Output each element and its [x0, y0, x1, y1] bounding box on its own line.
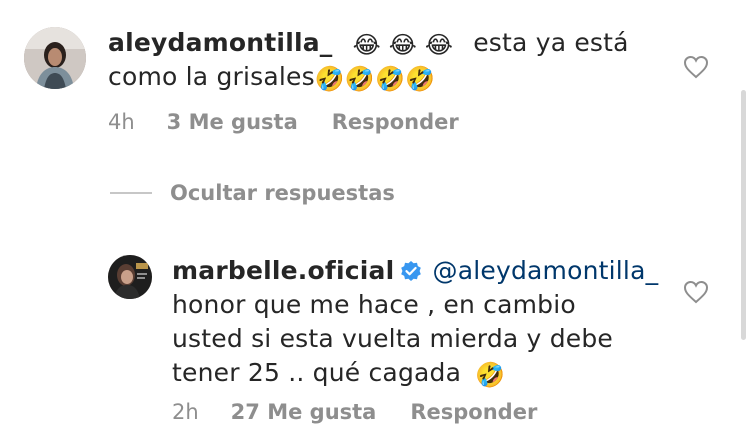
heart-icon	[683, 280, 709, 304]
comment-likes[interactable]: 3 Me gusta	[167, 110, 298, 134]
reply-line-1: marbelle.oficial @aleydamontilla_	[172, 254, 712, 288]
reply-line-2: honor que me hace , en cambio	[172, 290, 576, 319]
reply-button[interactable]: Responder	[410, 400, 537, 424]
reply-likes[interactable]: 27 Me gusta	[231, 400, 377, 424]
avatar[interactable]	[24, 27, 86, 89]
reply-marbelle: marbelle.oficial @aleydamontilla_ honor …	[0, 240, 750, 446]
comment-aleydamontilla: aleydamontilla_ 😂 😂 😂 esta ya está como …	[0, 0, 750, 160]
avatar-photo	[24, 27, 86, 89]
scrollbar[interactable]	[741, 90, 746, 340]
comment-line-2: como la grisales🤣🤣🤣🤣	[108, 60, 668, 94]
comment-username[interactable]: aleydamontilla_	[108, 28, 333, 57]
reply-username[interactable]: marbelle.oficial	[172, 256, 394, 285]
laughing-emoji-icon: 😂 😂 😂	[352, 31, 454, 59]
verified-icon	[400, 257, 422, 281]
like-heart-icon[interactable]	[683, 280, 709, 304]
comment-text: esta ya está	[473, 28, 629, 57]
hide-replies-button[interactable]: Ocultar respuestas	[110, 181, 395, 205]
mention-link[interactable]: @aleydamontilla_	[433, 256, 659, 285]
reply-meta: 2h 27 Me gusta Responder	[172, 400, 537, 424]
reply-time: 2h	[172, 400, 199, 424]
heart-icon	[683, 55, 709, 79]
avatar[interactable]	[108, 255, 152, 299]
rofl-emoji-icon: 🤣	[475, 361, 506, 389]
reply-line-3: usted si esta vuelta mierda y debe	[172, 324, 613, 353]
avatar-photo	[108, 255, 152, 299]
divider-line	[110, 192, 152, 194]
hide-replies-label: Ocultar respuestas	[170, 181, 395, 205]
comment-meta: 4h 3 Me gusta Responder	[108, 110, 459, 134]
comment-line-1: aleydamontilla_ 😂 😂 😂 esta ya está	[108, 26, 668, 60]
reply-body: marbelle.oficial @aleydamontilla_ honor …	[172, 254, 712, 390]
reply-text: tener 25 .. qué cagada	[172, 358, 462, 387]
rofl-emoji-icon: 🤣🤣🤣🤣	[314, 65, 436, 93]
reply-line-4: tener 25 .. qué cagada 🤣	[172, 356, 712, 390]
comment-text: como la grisales	[108, 62, 315, 91]
comment-time: 4h	[108, 110, 135, 134]
comment-body: aleydamontilla_ 😂 😂 😂 esta ya está como …	[108, 26, 668, 94]
like-heart-icon[interactable]	[683, 55, 709, 79]
reply-button[interactable]: Responder	[332, 110, 459, 134]
